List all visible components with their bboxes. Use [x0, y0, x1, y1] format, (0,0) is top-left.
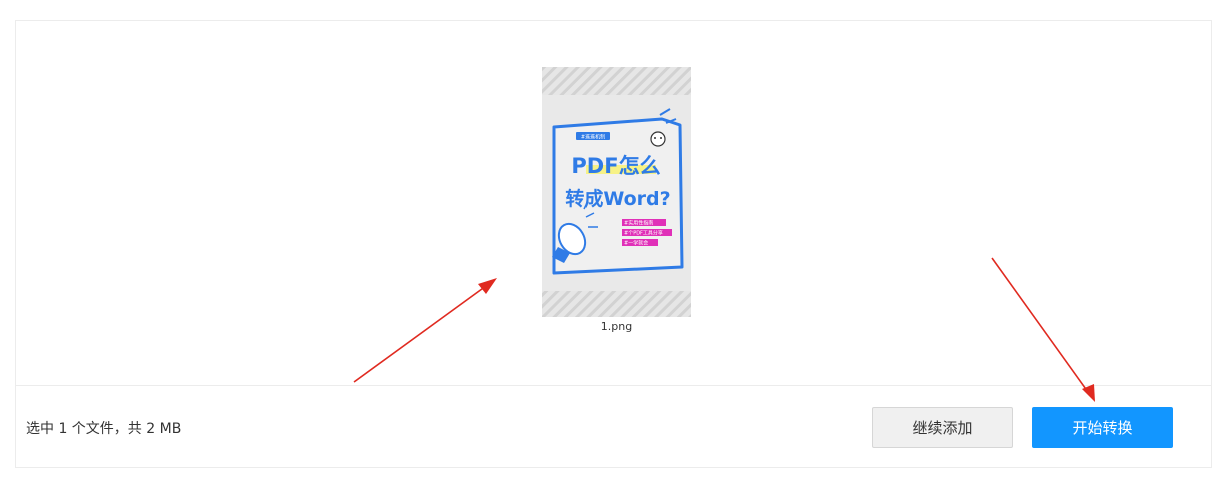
thumb-label-1: #实用性指南 — [624, 220, 653, 227]
file-thumbnail[interactable]: #逛逛机制 PDF怎么 转成Word? #实用性指南 #个PDF工具分享 #一学… — [542, 67, 691, 317]
thumb-label-2: #个PDF工具分享 — [624, 230, 663, 237]
thumbnail-image: #逛逛机制 PDF怎么 转成Word? #实用性指南 #个PDF工具分享 #一学… — [542, 67, 691, 317]
thumb-tag: #逛逛机制 — [581, 134, 605, 141]
converter-panel: #逛逛机制 PDF怎么 转成Word? #实用性指南 #个PDF工具分享 #一学… — [15, 20, 1212, 468]
thumb-label-3: #一学就会 — [624, 240, 648, 247]
thumb-title-line2: 转成Word? — [565, 187, 670, 210]
thumb-title-line1: PDF怎么 — [571, 154, 660, 178]
selection-status: 选中 1 个文件，共 2 MB — [26, 421, 182, 437]
start-convert-button[interactable]: 开始转换 — [1032, 407, 1173, 448]
file-name: 1.png — [600, 320, 633, 333]
action-footer: 选中 1 个文件，共 2 MB 继续添加 开始转换 — [16, 385, 1211, 469]
add-more-button[interactable]: 继续添加 — [872, 407, 1013, 448]
file-preview-area: #逛逛机制 PDF怎么 转成Word? #实用性指南 #个PDF工具分享 #一学… — [16, 21, 1211, 385]
